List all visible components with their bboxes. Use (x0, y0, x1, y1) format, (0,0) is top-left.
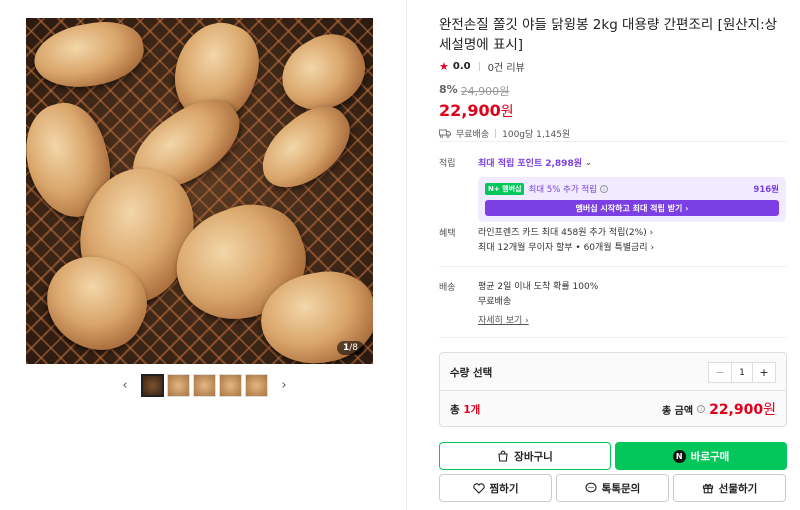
review-count-link[interactable]: 0건 리뷰 (488, 59, 525, 74)
cart-button[interactable]: 장바구니 (439, 442, 611, 470)
total-count: 총 1개 (450, 404, 481, 416)
shipping-fee: 무료배송 (456, 130, 490, 140)
wish-button[interactable]: 찜하기 (439, 474, 552, 502)
info-icon[interactable]: i (600, 185, 608, 193)
buy-now-button[interactable]: N 바로구매 (615, 442, 787, 470)
gift-button[interactable]: 선물하기 (673, 474, 786, 502)
thumbnail[interactable] (141, 374, 164, 397)
truck-icon (439, 129, 451, 138)
shopping-bag-icon (498, 450, 508, 462)
separator (495, 129, 497, 138)
installment-benefit-link[interactable]: 최대 12개월 무이자 할부 • 60개월 특별금리 › (478, 241, 786, 256)
product-info: 완전손질 쫄깃 야들 닭윙봉 2kg 대용량 간편조리 [원산지:상세설명에 표… (439, 15, 787, 140)
wish-button-label: 찜하기 (489, 482, 519, 495)
thumbnail[interactable] (167, 374, 190, 397)
member-extra-amount: 916원 (753, 185, 779, 195)
section-divider (439, 337, 787, 338)
primary-actions: 장바구니 N 바로구매 (439, 442, 787, 470)
rating-row: ★ 0.0 0건 리뷰 (439, 59, 787, 74)
chevron-down-icon: ⌄ (584, 158, 592, 167)
info-icon[interactable]: i (697, 405, 706, 413)
separator (478, 62, 480, 71)
quantity-divider (440, 390, 786, 391)
secondary-actions: 찜하기 톡톡문의 선물하기 (439, 474, 787, 502)
decrease-button[interactable]: − (709, 363, 731, 382)
rating-value: 0.0 (452, 61, 471, 72)
column-divider (406, 0, 407, 510)
quantity-input[interactable]: 1 (731, 363, 753, 382)
discount-row: 8% 24,900원 (439, 83, 787, 99)
product-title: 완전손질 쫄깃 야들 닭윙봉 2kg 대용량 간편조리 [원산지:상세설명에 표… (439, 17, 778, 53)
benefits-section: 혜택 라인프렌즈 카드 최대 458원 추가 적립(2%) › 최대 12개월 … (439, 226, 787, 256)
section-divider (439, 266, 787, 267)
thumbnail[interactable] (245, 374, 268, 397)
product-main-image[interactable]: 1/8 (26, 18, 373, 364)
benefits-label: 혜택 (439, 229, 456, 239)
points-label: 적립 (439, 159, 456, 169)
buy-now-label: 바로구매 (690, 450, 730, 463)
original-price: 24,900원 (460, 85, 510, 98)
thumbnail[interactable] (219, 374, 242, 397)
total-amount: 총 금액 i 22,900원 (662, 399, 776, 419)
delivery-section: 배송 평균 2일 이내 도착 확률 100% 무료배송 자세히 보기 › (439, 280, 787, 326)
naver-pay-icon: N (672, 449, 686, 463)
delivery-label: 배송 (439, 283, 456, 293)
thumb-prev-arrow[interactable]: ‹ (118, 375, 132, 397)
gift-icon (702, 483, 713, 494)
delivery-detail-link[interactable]: 자세히 보기 › (478, 313, 529, 326)
section-divider (439, 141, 787, 142)
heart-icon (472, 482, 485, 494)
delivery-probability: 평균 2일 이내 도착 확률 100% (478, 282, 599, 292)
member-extra-text: 최대 5% 추가 적립 (528, 185, 597, 195)
quantity-heading: 수량 선택 (450, 367, 493, 379)
quantity-box: 수량 선택 − 1 + 총 1개 총 금액 i 22,900원 (439, 352, 787, 427)
membership-start-button[interactable]: 멤버십 시작하고 최대 적립 받기 › (485, 200, 779, 216)
cart-button-label: 장바구니 (514, 450, 553, 463)
shipping-row: 무료배송 100g당 1,145원 (439, 127, 787, 140)
thumbnail[interactable] (193, 374, 216, 397)
talk-inquiry-button[interactable]: 톡톡문의 (556, 474, 669, 502)
chat-bubble-icon (585, 482, 597, 493)
thumbnail-strip: ‹ › (118, 374, 291, 397)
sale-price: 22,900원 (439, 101, 514, 120)
membership-box: N+ 멤버십 최대 5% 추가 적립 i 916원 멤버십 시작하고 최대 적립… (478, 177, 786, 222)
naver-plus-badge: N+ 멤버십 (485, 183, 525, 195)
delivery-fee: 무료배송 (478, 297, 512, 307)
discount-rate: 8% (439, 83, 458, 96)
quantity-stepper: − 1 + (708, 362, 776, 383)
points-section: 적립 최대 적립 포인트 2,898원 ⌄ N+ 멤버십 최대 5% 추가 적립… (439, 156, 787, 222)
max-point-toggle[interactable]: 최대 적립 포인트 2,898원 ⌄ (478, 156, 592, 169)
total-price: 22,900원 (709, 402, 776, 418)
star-icon: ★ (439, 60, 449, 73)
image-counter: 1/8 (336, 341, 364, 355)
unit-price: 100g당 1,145원 (502, 130, 571, 140)
talk-inquiry-label: 톡톡문의 (601, 482, 641, 495)
increase-button[interactable]: + (753, 363, 775, 382)
thumb-next-arrow[interactable]: › (277, 375, 291, 397)
total-label: 총 금액 (661, 405, 694, 417)
card-benefit-link[interactable]: 라인프렌즈 카드 최대 458원 추가 적립(2%) › (478, 226, 786, 241)
gift-button-label: 선물하기 (718, 482, 758, 495)
